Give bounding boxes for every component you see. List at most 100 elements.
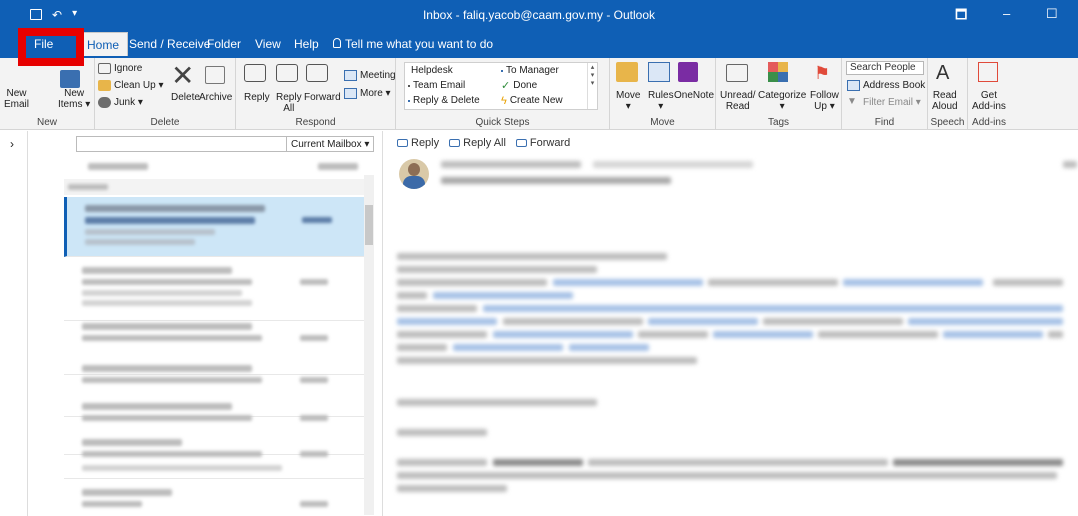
archive-button[interactable]: Archive xyxy=(199,92,232,103)
forward-button[interactable]: Forward xyxy=(304,92,341,103)
group-label-delete: Delete xyxy=(150,117,180,128)
onenote-button[interactable]: OneNote xyxy=(674,90,714,101)
filter-header xyxy=(88,159,364,173)
folder-pane-collapsed: › xyxy=(0,131,28,516)
search-people-input[interactable]: Search People xyxy=(846,61,924,75)
quick-step-done[interactable]: ✓ Done xyxy=(501,80,537,91)
new-items-button[interactable]: New Items ▾ xyxy=(58,88,90,110)
more-label: More ▾ xyxy=(360,88,391,99)
quick-step-label: To Manager xyxy=(506,65,559,76)
highlight-annotation-box xyxy=(18,28,84,66)
forward-action[interactable]: Forward xyxy=(515,137,570,149)
date-group-header xyxy=(64,179,364,195)
group-move: Move ▾ Rules ▾ OneNote Move xyxy=(610,58,716,130)
follow-up-button[interactable]: Follow Up ▾ xyxy=(810,90,839,112)
group-delete: Ignore Clean Up ▾ Junk ▾ ✕ Delete Archiv… xyxy=(95,58,236,130)
junk-label: Junk ▾ xyxy=(114,97,143,108)
categorize-icon xyxy=(768,62,788,82)
group-find: Search People Address Book ▼ Filter Email… xyxy=(842,58,928,130)
rules-button[interactable]: Rules ▾ xyxy=(648,90,674,112)
quick-step-team-email[interactable]: Team Email xyxy=(408,80,465,91)
clean-up-icon xyxy=(98,80,111,91)
ribbon-display-icon[interactable]: 🗖 xyxy=(955,6,967,28)
reply-all-action-label: Reply All xyxy=(463,137,506,149)
address-book-icon xyxy=(847,80,860,91)
search-scope-dropdown[interactable]: Current Mailbox ▾ xyxy=(286,136,374,152)
group-respond: Reply Reply All Forward Meeting More ▾ R… xyxy=(236,58,396,130)
reply-all-button[interactable]: Reply All xyxy=(276,92,302,114)
recipient-line-blurred xyxy=(593,161,753,168)
group-quick-steps: Helpdesk To Manager Team Email ✓ Done Rep… xyxy=(396,58,610,130)
get-addins-button[interactable]: Get Add-ins xyxy=(972,90,1006,112)
reply-all-icon xyxy=(276,64,298,82)
search-input[interactable]: ⚲ xyxy=(76,136,312,152)
group-tags: Unread/ Read Categorize ▾ ⚑ Follow Up ▾ … xyxy=(716,58,842,130)
meeting-button[interactable]: Meeting xyxy=(344,70,396,81)
tab-view[interactable]: View xyxy=(255,37,281,51)
ribbon: New Email New Items ▾ New Ignore Clean U… xyxy=(0,58,1078,130)
clean-up-button[interactable]: Clean Up ▾ xyxy=(98,80,164,91)
quick-step-label: Helpdesk xyxy=(411,65,453,76)
sender-line-blurred xyxy=(441,161,581,168)
archive-icon xyxy=(205,66,225,84)
message-list-item[interactable] xyxy=(64,431,364,479)
reply-all-icon xyxy=(449,139,461,147)
reading-pane: Reply Reply All Forward xyxy=(382,131,1078,516)
tab-help[interactable]: Help xyxy=(294,37,319,51)
message-list-item[interactable] xyxy=(64,483,364,516)
date-blurred xyxy=(1063,161,1077,168)
move-icon xyxy=(616,62,638,82)
subject-line-blurred xyxy=(441,177,671,184)
group-label-quick-steps: Quick Steps xyxy=(475,117,530,128)
tab-folder[interactable]: Folder xyxy=(207,37,241,51)
to-manager-icon xyxy=(501,69,503,72)
filter-email-button[interactable]: ▼ Filter Email ▾ xyxy=(847,96,921,109)
ignore-button[interactable]: Ignore xyxy=(98,63,142,74)
ribbon-tabs: File Home Send / Receive Folder View Hel… xyxy=(0,30,1078,58)
quick-step-create-new[interactable]: ϟ Create New xyxy=(501,95,563,106)
message-list-pane: ⚲ Current Mailbox ▾ xyxy=(28,131,380,516)
filter-icon: ▼ xyxy=(847,96,857,107)
categorize-button[interactable]: Categorize ▾ xyxy=(758,90,806,112)
group-addins: Get Add-ins Add-ins xyxy=(968,58,1010,130)
minimize-icon[interactable]: – xyxy=(1003,6,1010,21)
tab-home[interactable]: Home xyxy=(78,32,129,56)
tell-me-box[interactable]: Tell me what you want to do xyxy=(333,37,493,51)
read-aloud-button[interactable]: Read Aloud xyxy=(932,90,958,112)
title-bar: ↶ ▾ Inbox - faliq.yacob@caam.gov.my - Ou… xyxy=(0,0,1078,30)
reply-icon xyxy=(244,64,266,82)
reading-actions: Reply Reply All Forward xyxy=(397,137,570,149)
address-book-label: Address Book xyxy=(863,80,926,91)
junk-button[interactable]: Junk ▾ xyxy=(98,97,143,108)
reply-button[interactable]: Reply xyxy=(244,92,270,103)
group-label-find: Find xyxy=(874,117,895,128)
checkmark-icon: ✓ xyxy=(501,79,511,92)
message-list-item[interactable] xyxy=(64,261,364,321)
quick-step-helpdesk[interactable]: Helpdesk xyxy=(408,65,453,76)
move-button[interactable]: Move ▾ xyxy=(616,90,640,112)
tab-send-receive[interactable]: Send / Receive xyxy=(129,37,210,51)
quick-step-to-manager[interactable]: To Manager xyxy=(501,65,559,76)
message-list-item[interactable] xyxy=(64,197,364,257)
unread-read-button[interactable]: Unread/ Read xyxy=(720,90,756,112)
quick-steps-scroll[interactable]: ▴ ▾ ▾ xyxy=(587,63,597,109)
scope-label: Current Mailbox xyxy=(291,139,362,150)
sender-avatar xyxy=(399,159,429,189)
meeting-label: Meeting xyxy=(360,70,396,81)
ignore-label: Ignore xyxy=(114,63,143,74)
lightning-icon: ϟ xyxy=(501,94,507,107)
group-label-new: New xyxy=(36,117,57,128)
quick-step-reply-delete[interactable]: Reply & Delete xyxy=(408,95,480,106)
reply-delete-icon xyxy=(408,99,410,102)
address-book-button[interactable]: Address Book xyxy=(847,80,925,91)
new-email-button[interactable]: New Email xyxy=(4,88,29,110)
group-label-tags: Tags xyxy=(767,117,790,128)
reply-action[interactable]: Reply xyxy=(397,137,439,149)
scrollbar-thumb[interactable] xyxy=(365,205,373,245)
message-list-scrollbar[interactable] xyxy=(364,175,374,515)
delete-button[interactable]: Delete xyxy=(171,92,200,103)
expand-folder-pane-icon[interactable]: › xyxy=(10,137,14,151)
maximize-icon[interactable]: ☐ xyxy=(1046,6,1058,22)
more-respond-button[interactable]: More ▾ xyxy=(344,88,391,99)
reply-all-action[interactable]: Reply All xyxy=(449,137,506,149)
